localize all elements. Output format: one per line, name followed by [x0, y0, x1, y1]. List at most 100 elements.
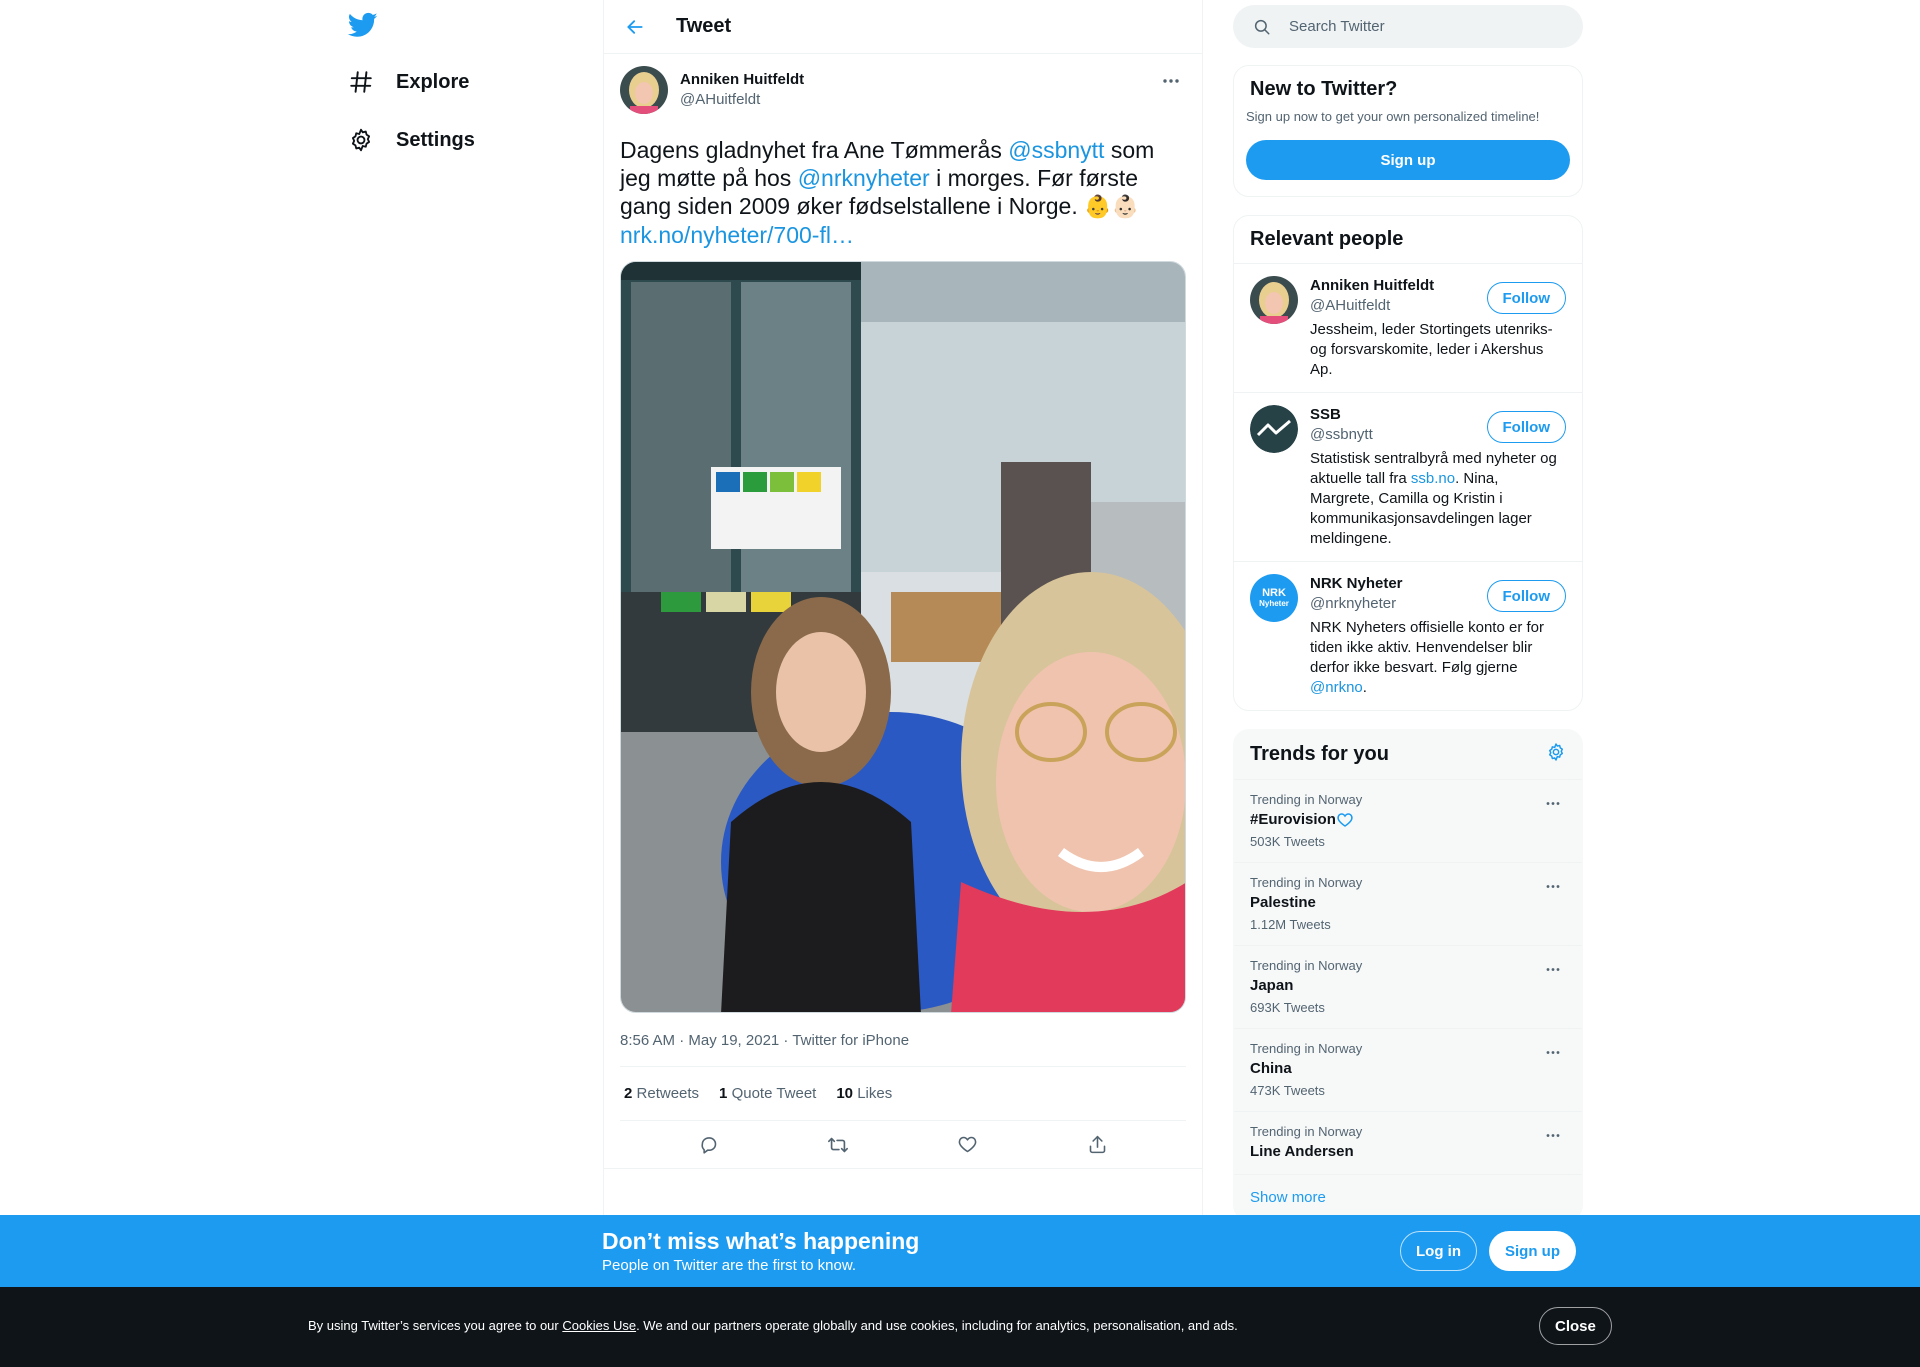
trend-name: China — [1250, 1060, 1292, 1077]
trend-item[interactable]: Trending in Norway Palestine 1.12M Tweet… — [1234, 863, 1582, 946]
trend-count: 503K Tweets — [1250, 834, 1325, 849]
right-sidebar: New to Twitter? Sign up now to get your … — [1233, 0, 1583, 1221]
more-dots-icon — [1546, 1050, 1560, 1054]
more-dots-icon — [1546, 801, 1560, 805]
person-bio-text: NRK Nyheters offisielle konto er for tid… — [1310, 619, 1544, 676]
trends-settings-button[interactable] — [1546, 742, 1566, 767]
trend-more-button[interactable] — [1540, 1126, 1566, 1144]
gear-icon — [348, 127, 374, 153]
author-name[interactable]: Anniken Huitfeldt — [680, 70, 804, 90]
back-arrow-icon — [627, 19, 643, 34]
trend-count: 693K Tweets — [1250, 1000, 1325, 1015]
mention-ssbnytt[interactable]: @ssbnytt — [1008, 137, 1104, 163]
trend-name: #Eurovision — [1250, 811, 1336, 828]
cookie-text-part: By using Twitter’s services you agree to… — [308, 1318, 563, 1333]
retweet-icon — [828, 1137, 849, 1152]
trend-item[interactable]: Trending in Norway China 473K Tweets — [1234, 1029, 1582, 1112]
person-bio: Jessheim, leder Stortingets utenriks- og… — [1310, 321, 1553, 378]
trend-item[interactable]: Trending in Norway Japan 693K Tweets — [1234, 946, 1582, 1029]
person-avatar[interactable] — [1250, 276, 1298, 324]
likes-count: 10 — [836, 1085, 854, 1102]
banner-signup-button[interactable]: Sign up — [1489, 1231, 1576, 1271]
like-button[interactable] — [950, 1127, 986, 1163]
search-input[interactable] — [1289, 18, 1549, 35]
show-more-link[interactable]: Show more — [1234, 1175, 1582, 1220]
tweet-link[interactable]: nrk.no/nyheter/700-fl… — [620, 222, 854, 248]
person-item[interactable]: SSB @ssbnytt Statistisk sentralbyrå med … — [1234, 392, 1582, 561]
trend-count: 1.12M Tweets — [1250, 917, 1331, 932]
retweets-count: 2 — [624, 1085, 633, 1102]
follow-button[interactable]: Follow — [1486, 411, 1566, 443]
person-item[interactable]: Anniken Huitfeldt @AHuitfeldt Jessheim, … — [1234, 263, 1582, 392]
quotes-count: 1 — [719, 1085, 728, 1102]
ssb-link[interactable]: ssb.no — [1411, 470, 1455, 487]
likes-label: Likes — [857, 1085, 893, 1102]
retweets-label: Retweets — [636, 1085, 700, 1102]
nrk-logo-subtext: Nyheter — [1259, 598, 1289, 608]
nav-explore-label: Explore — [396, 70, 470, 93]
baby-emoji: 👶👶🏻 — [1084, 194, 1139, 219]
more-dots-icon — [1546, 884, 1560, 888]
nrk-logo-icon[interactable]: NRK Nyheter — [1250, 574, 1298, 622]
retweet-button[interactable] — [820, 1127, 856, 1163]
tweet-stats: 2 Retweets 1 Quote Tweet 10 Likes — [620, 1067, 1186, 1121]
person-bio: Statistisk sentralbyrå med nyheter og ak… — [1310, 449, 1560, 549]
trend-item[interactable]: Trending in Norway Line Andersen — [1234, 1112, 1582, 1175]
nav-settings[interactable]: Settings — [348, 120, 475, 160]
relevant-people-card: Relevant people Anniken Huitfeldt @AHuit… — [1233, 215, 1583, 711]
twitter-logo-icon[interactable] — [347, 10, 380, 42]
relevant-people-title: Relevant people — [1250, 228, 1404, 250]
follow-button[interactable]: Follow — [1486, 282, 1566, 314]
heart-outline-icon — [1337, 813, 1353, 827]
trend-item[interactable]: Trending in Norway #Eurovision 503K Twee… — [1234, 780, 1582, 863]
author-avatar[interactable] — [620, 66, 668, 114]
mention-nrknyheter[interactable]: @nrknyheter — [798, 165, 930, 191]
reply-button[interactable] — [691, 1127, 727, 1163]
retweets-stat[interactable]: 2 Retweets — [624, 1085, 699, 1102]
reply-icon — [701, 1137, 717, 1154]
follow-button[interactable]: Follow — [1486, 580, 1566, 612]
nav-explore[interactable]: Explore — [348, 62, 469, 102]
trend-more-button[interactable] — [1540, 877, 1566, 895]
tweet-more-button[interactable] — [1156, 70, 1186, 92]
main-column: Tweet Anniken Huitfeldt @AHuitfeldt Dage… — [603, 0, 1203, 1367]
trend-context: Trending in Norway — [1250, 958, 1363, 973]
trend-more-button[interactable] — [1540, 1043, 1566, 1061]
back-button[interactable] — [618, 10, 652, 44]
tweet-photo[interactable] — [620, 261, 1186, 1013]
cookies-use-link[interactable]: Cookies Use — [562, 1318, 636, 1333]
trend-name: Palestine — [1250, 894, 1316, 911]
person-bio-text: . — [1362, 679, 1367, 696]
trend-name: Line Andersen — [1250, 1143, 1354, 1160]
trend-name: Japan — [1250, 977, 1294, 994]
trend-count: 473K Tweets — [1250, 1083, 1325, 1098]
close-cookie-button[interactable]: Close — [1539, 1307, 1612, 1345]
nav-settings-label: Settings — [396, 128, 475, 151]
ssb-logo-icon[interactable] — [1250, 405, 1298, 453]
tweet-author: Anniken Huitfeldt @AHuitfeldt — [620, 66, 1186, 124]
trends-header: Trends for you — [1234, 730, 1582, 780]
trend-context: Trending in Norway — [1250, 1041, 1363, 1056]
trend-more-button[interactable] — [1540, 960, 1566, 978]
login-button[interactable]: Log in — [1400, 1231, 1477, 1271]
sidebar-signup-button[interactable]: Sign up — [1246, 140, 1570, 180]
share-button[interactable] — [1079, 1127, 1115, 1163]
trend-context: Trending in Norway — [1250, 875, 1363, 890]
cookie-text-part: . We and our partners operate globally a… — [636, 1318, 1238, 1333]
trend-context: Trending in Norway — [1250, 1124, 1363, 1139]
trend-more-button[interactable] — [1540, 794, 1566, 812]
hashtag-icon — [348, 69, 374, 95]
heart-icon — [958, 1136, 977, 1153]
search-bar[interactable] — [1233, 5, 1583, 48]
likes-stat[interactable]: 10 Likes — [836, 1085, 892, 1102]
banner-title: Don’t miss what’s happening — [602, 1228, 920, 1254]
tweet-timestamp[interactable]: 8:56 AM · May 19, 2021 · Twitter for iPh… — [620, 1031, 1186, 1067]
signup-banner: Don’t miss what’s happening People on Tw… — [0, 1215, 1920, 1287]
person-item[interactable]: NRK Nyheter NRK Nyheter @nrknyheter NRK … — [1234, 561, 1582, 710]
nrkno-link[interactable]: @nrkno — [1310, 679, 1363, 696]
cookie-text: By using Twitter’s services you agree to… — [308, 1318, 1238, 1333]
quotes-stat[interactable]: 1 Quote Tweet — [719, 1085, 816, 1102]
nrk-logo-text: NRK — [1262, 586, 1286, 599]
author-handle[interactable]: @AHuitfeldt — [680, 90, 804, 110]
banner-subtitle: People on Twitter are the first to know. — [602, 1257, 857, 1274]
